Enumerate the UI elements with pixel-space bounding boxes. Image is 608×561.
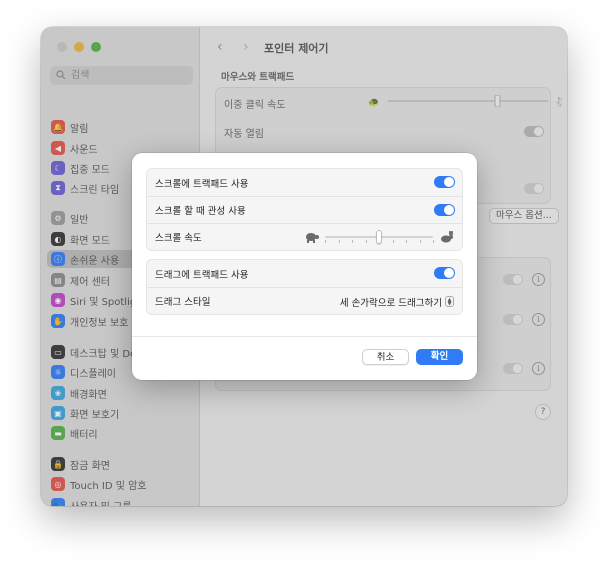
scroll-inertia-row: 스크롤 할 때 관성 사용 bbox=[147, 196, 462, 223]
cancel-button[interactable]: 취소 bbox=[362, 349, 409, 365]
slider-tick bbox=[406, 240, 407, 243]
scroll-trackpad-label: 스크롤에 트랙패드 사용 bbox=[155, 178, 249, 190]
slider-tick bbox=[352, 240, 353, 243]
drag-trackpad-toggle[interactable] bbox=[434, 267, 455, 279]
slider-tick bbox=[325, 240, 326, 243]
drag-trackpad-label: 드래그에 트랙패드 사용 bbox=[155, 269, 249, 281]
trackpad-options-sheet: 스크롤에 트랙패드 사용 스크롤 할 때 관성 사용 스크롤 속도 드래그에 트… bbox=[132, 153, 477, 380]
scroll-speed-label: 스크롤 속도 bbox=[155, 233, 202, 244]
turtle-icon bbox=[306, 233, 319, 243]
screen: 검색 🔔 알림 ◀ 사운드 ☾ 집중 모드 ⧗ 스크린 타임 ⚙ 일반 ◐ 화면 모드 ⓘ 손쉬운 사용 ▤… bbox=[0, 0, 608, 561]
slider-tick bbox=[365, 240, 367, 243]
scroll-speed-slider[interactable] bbox=[304, 229, 454, 245]
sheet-footer bbox=[132, 336, 477, 337]
slider-tick bbox=[419, 240, 421, 243]
drag-group: 드래그에 트랙패드 사용 드래그 스타일 세 손가락으로 드래그하기 ▲ ▼ bbox=[146, 259, 463, 315]
ok-button[interactable]: 확인 bbox=[416, 349, 463, 365]
drag-style-select[interactable]: 세 손가락으로 드래그하기 ▲ ▼ bbox=[340, 288, 454, 315]
scroll-trackpad-row: 스크롤에 트랙패드 사용 bbox=[147, 169, 462, 196]
chevron-updown-icon: ▲ ▼ bbox=[445, 296, 454, 307]
drag-style-row: 드래그 스타일 세 손가락으로 드래그하기 ▲ ▼ bbox=[147, 287, 462, 314]
drag-style-label: 드래그 스타일 bbox=[155, 297, 211, 308]
scroll-speed-row: 스크롤 속도 bbox=[147, 223, 462, 250]
scroll-inertia-toggle[interactable] bbox=[434, 204, 455, 216]
slider-knob[interactable] bbox=[376, 230, 382, 244]
slider-tick bbox=[392, 240, 394, 243]
slider-tick bbox=[433, 240, 434, 243]
scroll-inertia-label: 스크롤 할 때 관성 사용 bbox=[155, 206, 246, 217]
scroll-group: 스크롤에 트랙패드 사용 스크롤 할 때 관성 사용 스크롤 속도 bbox=[146, 168, 463, 251]
drag-style-value: 세 손가락으로 드래그하기 bbox=[339, 297, 442, 309]
hare-icon bbox=[441, 231, 453, 243]
drag-trackpad-row: 드래그에 트랙패드 사용 bbox=[147, 260, 462, 287]
scroll-trackpad-toggle[interactable] bbox=[434, 176, 455, 188]
slider-tick bbox=[338, 240, 340, 243]
